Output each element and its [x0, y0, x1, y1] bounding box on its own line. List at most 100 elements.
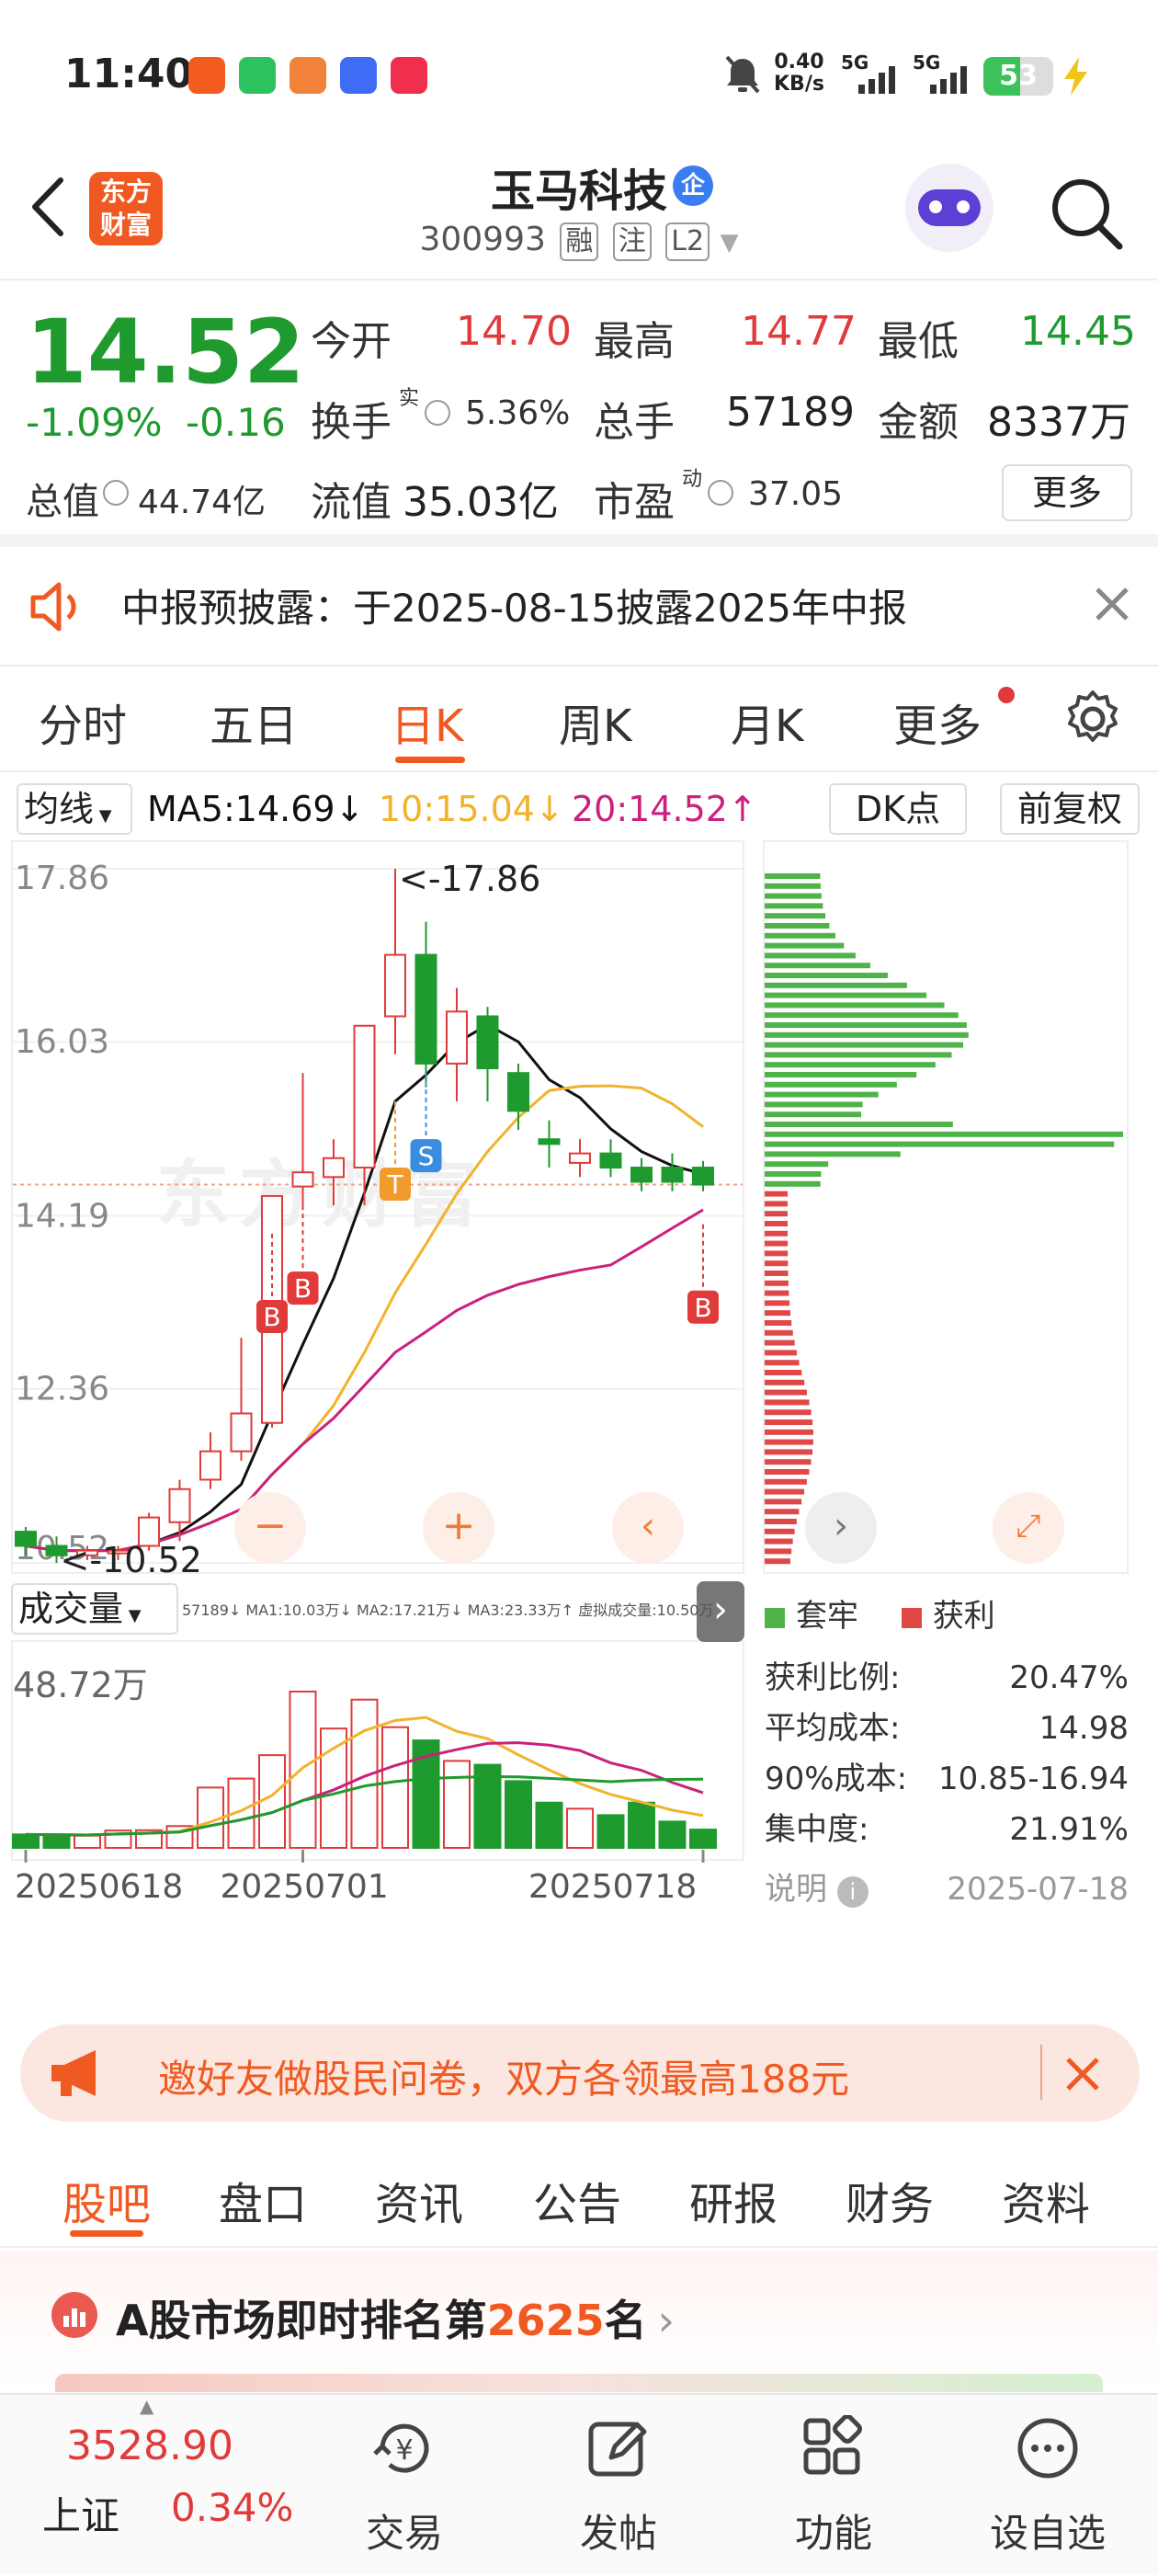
chip-next-button[interactable]: › — [805, 1492, 877, 1564]
chip-note[interactable]: 说明 i 2025-07-18 — [765, 1855, 1129, 1915]
wechat-app-icon — [239, 57, 276, 94]
candle-body — [199, 1450, 221, 1481]
tab-profile[interactable]: 资料 — [1002, 2168, 1090, 2232]
chip-bar — [765, 1528, 795, 1534]
xiaohongshu-app-icon — [391, 57, 427, 94]
change-amount: -0.16 — [186, 400, 286, 445]
index-ticker[interactable]: ▲ 3528.90 上证 0.34% — [0, 2395, 294, 2576]
tab-monthly-k[interactable]: 月K — [731, 690, 803, 754]
y-tick-label: 14.19 — [15, 1198, 109, 1236]
date-tick-label: 20250701 — [221, 1868, 389, 1906]
chip-bar — [765, 1271, 789, 1276]
low-value: 14.45 — [1020, 308, 1136, 355]
tab-five-day[interactable]: 五日 — [210, 690, 298, 754]
volume-info: 57189↓ MA1:10.03万↓ MA2:17.21万↓ MA3:23.33… — [182, 1601, 714, 1619]
pe-label: 市盈 — [594, 479, 675, 526]
chip-bar — [765, 1389, 807, 1396]
kline-chart-area: 均线 ▼ MA5:14.69↓ 10:15.04↓ 20:14.52↑ DK点 … — [0, 772, 1158, 2004]
tab-research[interactable]: 研报 — [689, 2168, 778, 2232]
zoom-out-button[interactable]: − — [234, 1492, 306, 1564]
chip-bar — [765, 1012, 959, 1019]
tab-guba[interactable]: 股吧 — [62, 2168, 151, 2232]
tab-news[interactable]: 资讯 — [375, 2168, 463, 2232]
tag-watch: 注 — [612, 222, 652, 261]
candle-body — [476, 1015, 499, 1070]
tab-announcement[interactable]: 公告 — [533, 2168, 621, 2232]
toutiao-app-icon — [188, 57, 225, 94]
net-speed-value: 0.40 — [774, 51, 824, 74]
red-dot-badge — [998, 687, 1015, 703]
chip-bar — [765, 1191, 789, 1197]
open-label: 今开 — [311, 318, 392, 365]
nav-add-watchlist[interactable]: 设自选 — [956, 2395, 1140, 2576]
chip-bar — [765, 932, 835, 939]
chip-bar — [765, 1399, 810, 1406]
amount-label: 金额 — [878, 399, 959, 446]
chip-bar — [765, 1141, 1115, 1147]
tab-more[interactable]: 更多 — [893, 690, 982, 754]
robot-assistant-avatar[interactable] — [905, 164, 993, 252]
chip-stat-profit-ratio: 获利比例: 20.47% — [765, 1659, 1129, 1696]
nav-trade[interactable]: ¥ 交易 — [312, 2395, 496, 2576]
trade-marker-label: B — [694, 1293, 711, 1323]
more-button[interactable]: 更多 — [1002, 464, 1132, 521]
chip-bar — [765, 1072, 917, 1077]
tab-pankou[interactable]: 盘口 — [219, 2168, 307, 2232]
chip-bar — [765, 1211, 789, 1217]
volume-bar — [42, 1834, 71, 1850]
chip-bar — [765, 1131, 1123, 1137]
info-dots-icon[interactable] — [103, 480, 129, 506]
chevron-down-icon[interactable]: ▼ — [721, 229, 739, 256]
volume-bar — [443, 1760, 471, 1849]
pe-sup: 动 — [682, 468, 703, 491]
rank-card[interactable]: A股市场即时排名第2625名 › — [0, 2251, 1158, 2393]
volume-bar — [505, 1780, 532, 1850]
notice-bar[interactable]: 中报预披露：于2025-08-15披露2025年中报 — [0, 547, 1158, 667]
rank-text: A股市场即时排名第2625名 › — [116, 2296, 676, 2345]
chip-bar — [765, 893, 822, 899]
close-icon[interactable] — [1062, 2054, 1103, 2094]
chip-bar — [765, 1449, 813, 1455]
nav-functions[interactable]: 功能 — [742, 2395, 925, 2576]
volume-value: 57189 — [726, 389, 855, 436]
chip-bar — [765, 973, 888, 978]
chip-bar — [765, 1509, 800, 1515]
chip-bar — [765, 1379, 805, 1385]
chip-bar — [765, 942, 845, 949]
scroll-left-button[interactable]: ‹ — [612, 1492, 684, 1564]
tab-weekly-k[interactable]: 周K — [559, 690, 631, 754]
volume-bar — [12, 1833, 40, 1850]
chip-stat-90-cost: 90%成本: 10.85-16.94 — [765, 1761, 1129, 1797]
chip-bar — [765, 883, 821, 889]
caret-up-icon: ▲ — [140, 2395, 154, 2417]
chip-bar — [765, 1469, 810, 1475]
info-dots-icon[interactable] — [425, 400, 450, 426]
chip-stat-concentration: 集中度: 21.91% — [765, 1811, 1129, 1848]
chip-bar — [765, 982, 907, 988]
chip-bar — [765, 1042, 963, 1048]
more-dots-icon — [1017, 2418, 1078, 2479]
zoom-in-button[interactable]: + — [423, 1492, 494, 1564]
profit-legend-swatch — [901, 1607, 922, 1628]
chip-bar — [765, 1300, 790, 1306]
volume-bar — [566, 1807, 594, 1849]
trapped-legend-swatch — [765, 1607, 785, 1628]
chip-bar — [765, 1558, 790, 1565]
search-icon[interactable] — [1048, 175, 1125, 252]
info-dots-icon[interactable] — [708, 480, 733, 506]
trade-marker-label: B — [294, 1273, 312, 1304]
index-value: 3528.90 — [66, 2422, 233, 2469]
chip-bar — [765, 1062, 936, 1068]
promo-banner[interactable]: 邀好友做股民问卷，双方各领最高188元 — [20, 2024, 1140, 2122]
tab-intraday[interactable]: 分时 — [39, 690, 127, 754]
expand-icon[interactable]: ⤢ — [993, 1492, 1064, 1564]
tab-daily-k[interactable]: 日K — [391, 690, 463, 754]
settings-gear-icon[interactable] — [1061, 687, 1125, 751]
nav-post[interactable]: 发帖 — [527, 2395, 710, 2576]
tab-finance[interactable]: 财务 — [846, 2168, 934, 2232]
y-tick-label: 17.86 — [15, 860, 109, 897]
chip-bar — [765, 963, 870, 969]
volume-indicator-select[interactable]: 成交量 ▼ — [11, 1583, 178, 1635]
float-value: 35.03亿 — [403, 479, 559, 526]
close-icon[interactable] — [1092, 584, 1132, 624]
